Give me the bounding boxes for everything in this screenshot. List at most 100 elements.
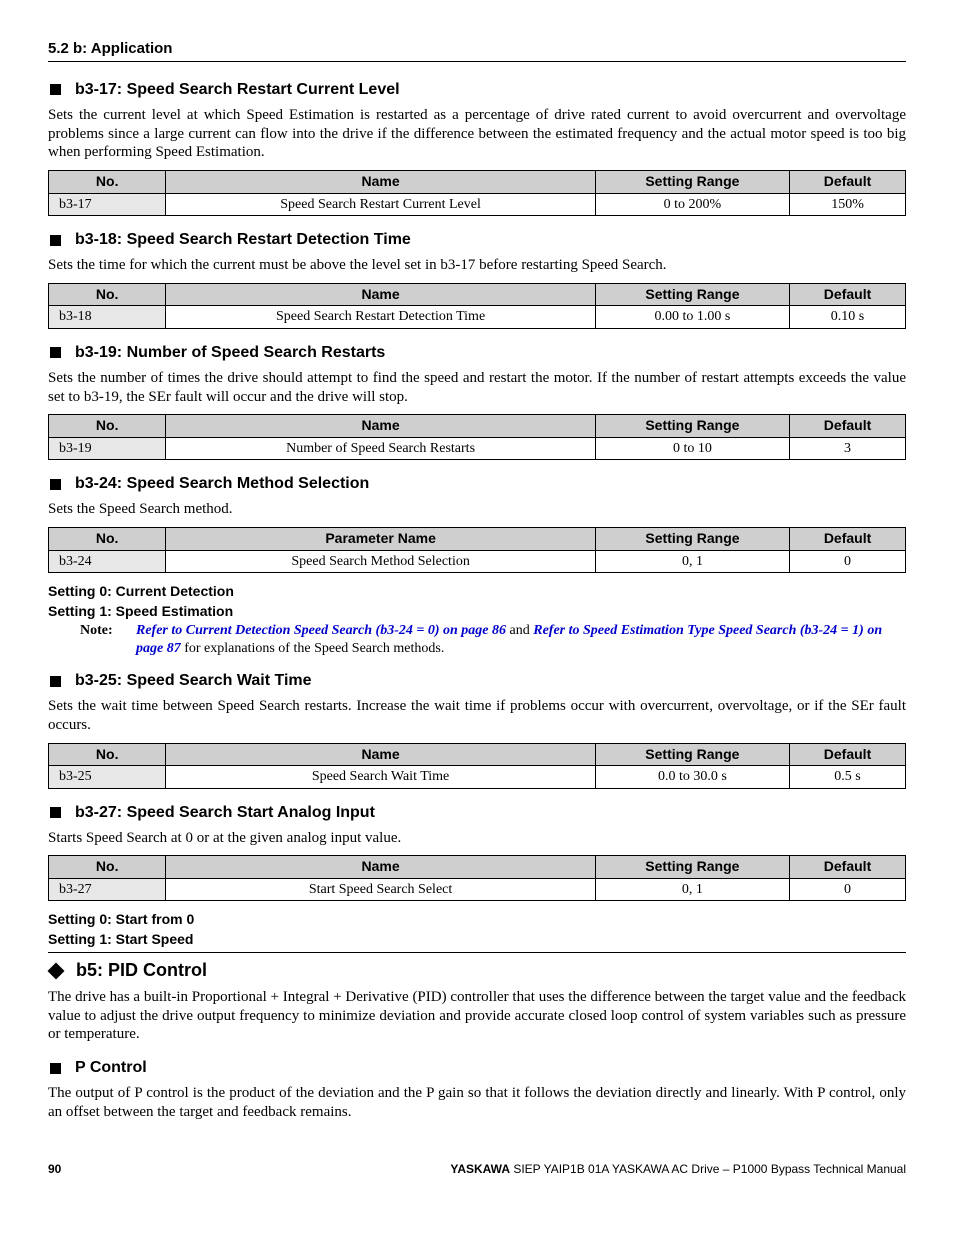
heading-text: b3-24: Speed Search Method Selection [75, 474, 369, 494]
table-header-row: No. Parameter Name Setting Range Default [49, 528, 906, 551]
cell-no: b3-25 [49, 766, 166, 789]
col-range: Setting Range [595, 283, 789, 306]
page-footer: 90 YASKAWA SIEP YAIP1B 01A YASKAWA AC Dr… [48, 1162, 906, 1177]
heading-b3-19: b3-19: Number of Speed Search Restarts [48, 343, 906, 363]
table-b3-17: No. Name Setting Range Default b3-17 Spe… [48, 170, 906, 216]
table-b3-25: No. Name Setting Range Default b3-25 Spe… [48, 743, 906, 789]
square-bullet-icon [50, 479, 61, 490]
desc-b3-19: Sets the number of times the drive shoul… [48, 369, 906, 407]
heading-text: b3-25: Speed Search Wait Time [75, 671, 312, 691]
cell-name: Number of Speed Search Restarts [166, 437, 595, 460]
square-bullet-icon [50, 807, 61, 818]
table-header-row: No. Name Setting Range Default [49, 283, 906, 306]
note-tail: for explanations of the Speed Search met… [181, 641, 445, 656]
footer-doc-title: SIEP YAIP1B 01A YASKAWA AC Drive – P1000… [510, 1162, 906, 1176]
cell-no: b3-27 [49, 878, 166, 901]
square-bullet-icon [50, 676, 61, 687]
desc-b3-27: Starts Speed Search at 0 or at the given… [48, 829, 906, 848]
col-range: Setting Range [595, 171, 789, 194]
col-range: Setting Range [595, 856, 789, 879]
table-header-row: No. Name Setting Range Default [49, 415, 906, 438]
cell-default: 0.5 s [790, 766, 906, 789]
heading-text: b3-18: Speed Search Restart Detection Ti… [75, 230, 411, 250]
footer-brand: YASKAWA [450, 1162, 510, 1176]
page-number: 90 [48, 1162, 61, 1177]
heading-text: b5: PID Control [76, 959, 207, 982]
col-range: Setting Range [595, 415, 789, 438]
note-text: Refer to Current Detection Speed Search … [136, 622, 906, 657]
cell-no: b3-17 [49, 193, 166, 216]
heading-b3-24: b3-24: Speed Search Method Selection [48, 474, 906, 494]
cell-default: 0 [790, 878, 906, 901]
table-row: b3-27 Start Speed Search Select 0, 1 0 [49, 878, 906, 901]
table-b3-19: No. Name Setting Range Default b3-19 Num… [48, 414, 906, 460]
note-label: Note: [80, 622, 136, 657]
col-name: Name [166, 856, 595, 879]
desc-b3-24: Sets the Speed Search method. [48, 500, 906, 519]
setting-0-b3-24: Setting 0: Current Detection [48, 583, 906, 601]
col-range: Setting Range [595, 528, 789, 551]
desc-b3-17: Sets the current level at which Speed Es… [48, 106, 906, 162]
heading-text: b3-27: Speed Search Start Analog Input [75, 803, 375, 823]
cell-range: 0, 1 [595, 550, 789, 573]
col-default: Default [790, 743, 906, 766]
heading-b3-25: b3-25: Speed Search Wait Time [48, 671, 906, 691]
col-default: Default [790, 283, 906, 306]
col-no: No. [49, 171, 166, 194]
desc-b3-25: Sets the wait time between Speed Search … [48, 697, 906, 735]
col-default: Default [790, 528, 906, 551]
cell-default: 150% [790, 193, 906, 216]
table-header-row: No. Name Setting Range Default [49, 856, 906, 879]
cell-range: 0.00 to 1.00 s [595, 306, 789, 329]
cell-no: b3-24 [49, 550, 166, 573]
setting-1-b3-27: Setting 1: Start Speed [48, 931, 906, 949]
heading-text: P Control [75, 1058, 147, 1078]
cell-name: Speed Search Restart Current Level [166, 193, 595, 216]
cell-range: 0 to 200% [595, 193, 789, 216]
col-default: Default [790, 415, 906, 438]
cell-name: Speed Search Restart Detection Time [166, 306, 595, 329]
col-range: Setting Range [595, 743, 789, 766]
note-b3-24: Note: Refer to Current Detection Speed S… [80, 622, 906, 657]
desc-p-control: The output of P control is the product o… [48, 1084, 906, 1122]
col-name: Name [166, 415, 595, 438]
cell-name: Speed Search Method Selection [166, 550, 596, 573]
cell-default: 3 [790, 437, 906, 460]
heading-b3-27: b3-27: Speed Search Start Analog Input [48, 803, 906, 823]
cell-default: 0.10 s [790, 306, 906, 329]
cell-default: 0 [790, 550, 906, 573]
cell-range: 0, 1 [595, 878, 789, 901]
footer-doc: YASKAWA SIEP YAIP1B 01A YASKAWA AC Drive… [450, 1162, 906, 1177]
table-row: b3-19 Number of Speed Search Restarts 0 … [49, 437, 906, 460]
col-default: Default [790, 171, 906, 194]
col-name: Parameter Name [166, 528, 596, 551]
table-row: b3-24 Speed Search Method Selection 0, 1… [49, 550, 906, 573]
diamond-bullet-icon [48, 962, 65, 979]
heading-text: b3-19: Number of Speed Search Restarts [75, 343, 385, 363]
heading-b3-18: b3-18: Speed Search Restart Detection Ti… [48, 230, 906, 250]
divider [48, 952, 906, 953]
col-no: No. [49, 743, 166, 766]
table-b3-24: No. Parameter Name Setting Range Default… [48, 527, 906, 573]
col-default: Default [790, 856, 906, 879]
table-b3-27: No. Name Setting Range Default b3-27 Sta… [48, 855, 906, 901]
setting-1-b3-24: Setting 1: Speed Estimation [48, 603, 906, 621]
cell-no: b3-18 [49, 306, 166, 329]
col-no: No. [49, 283, 166, 306]
setting-0-b3-27: Setting 0: Start from 0 [48, 911, 906, 929]
table-b3-18: No. Name Setting Range Default b3-18 Spe… [48, 283, 906, 329]
table-header-row: No. Name Setting Range Default [49, 171, 906, 194]
heading-b5: b5: PID Control [48, 959, 906, 982]
col-name: Name [166, 743, 595, 766]
square-bullet-icon [50, 235, 61, 246]
col-no: No. [49, 415, 166, 438]
note-link-1[interactable]: Refer to Current Detection Speed Search … [136, 623, 506, 638]
square-bullet-icon [50, 1063, 61, 1074]
heading-p-control: P Control [48, 1058, 906, 1078]
cell-name: Speed Search Wait Time [166, 766, 595, 789]
desc-b5: The drive has a built-in Proportional + … [48, 988, 906, 1044]
heading-text: b3-17: Speed Search Restart Current Leve… [75, 80, 400, 100]
table-row: b3-18 Speed Search Restart Detection Tim… [49, 306, 906, 329]
col-no: No. [49, 856, 166, 879]
heading-b3-17: b3-17: Speed Search Restart Current Leve… [48, 80, 906, 100]
